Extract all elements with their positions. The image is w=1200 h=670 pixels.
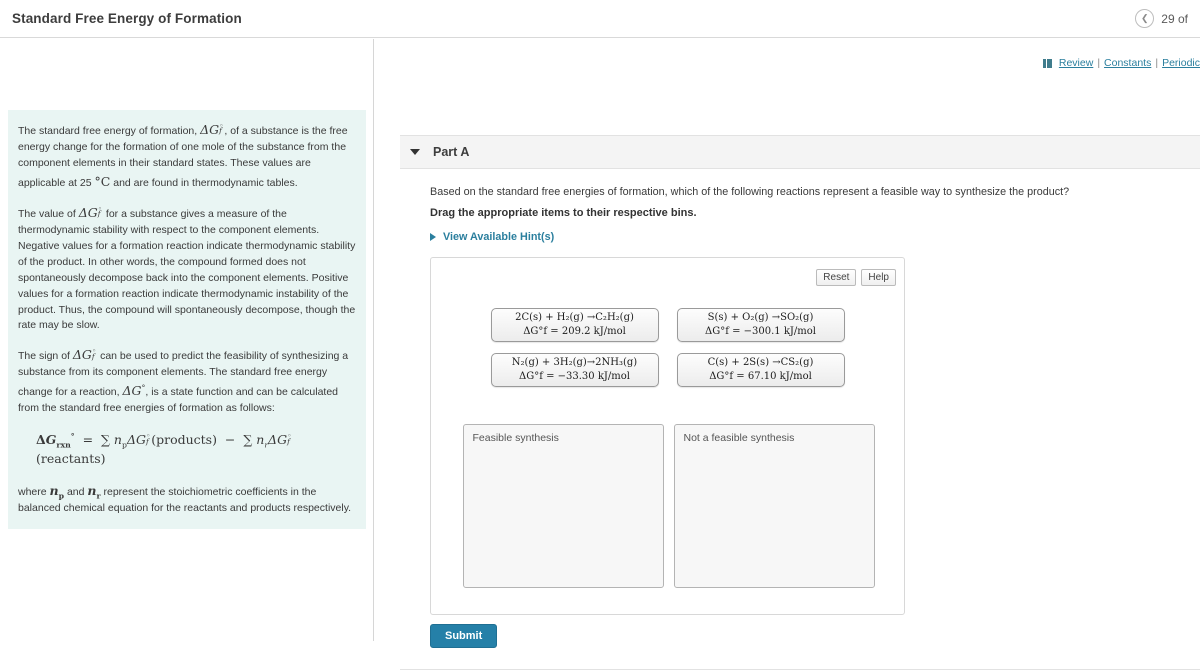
delta-g-f-symbol: ΔG ◦ f — [200, 120, 224, 137]
drag-drop-answer-area: Reset Help 2C(s) + H₂(g) →C₂H₂(g) ΔG°f =… — [430, 257, 905, 615]
chevron-left-icon[interactable]: ❮ — [1135, 9, 1155, 28]
reference-paragraph-1: The standard free energy of formation, Δ… — [18, 120, 356, 192]
ref-p2-text-a: The value of — [18, 207, 79, 220]
tile-equation: C(s) + 2S(s) →CS₂(g) — [707, 357, 814, 368]
ref-p4-text-a: where — [18, 486, 50, 499]
delta-g-f-symbol: ΔG ◦ f — [78, 203, 103, 220]
submit-button[interactable]: Submit — [430, 624, 498, 648]
n-r-symbol: nr — [87, 483, 101, 501]
tile-delta-g: ΔG°f = −33.30 kJ/mol — [519, 370, 630, 382]
draggable-tile[interactable]: N₂(g) + 3H₂(g)→2NH₃(g) ΔG°f = −33.30 kJ/… — [490, 353, 659, 387]
view-hints-label: View Available Hint(s) — [443, 231, 555, 243]
delta-g-f-symbol: ΔG ◦ f — [72, 346, 97, 363]
tile-row-2: N₂(g) + 3H₂(g)→2NH₃(g) ΔG°f = −33.30 kJ/… — [431, 353, 904, 387]
draggable-tile[interactable]: C(s) + 2S(s) →CS₂(g) ΔG°f = 67.10 kJ/mol — [676, 353, 845, 387]
triangle-right-icon — [430, 233, 436, 241]
question-instruction: Drag the appropriate items to their resp… — [430, 207, 697, 219]
tile-delta-g: ΔG°f = −300.1 kJ/mol — [705, 325, 816, 337]
link-separator-1: | — [1097, 57, 1101, 69]
part-a-header[interactable]: Part A — [400, 135, 1200, 169]
gibbs-reaction-equation: ΔGrxn° = ∑ npΔG ◦ f (products) − ∑ nrΔG ◦ f (r… — [36, 431, 292, 467]
reference-paragraph-4: where np and nr represent the stoichiome… — [18, 481, 356, 517]
tile-equation: S(s) + O₂(g) →SO₂(g) — [707, 312, 814, 323]
drop-bin-feasible[interactable]: Feasible synthesis — [462, 424, 664, 588]
tile-row-1: 2C(s) + H₂(g) →C₂H₂(g) ΔG°f = 209.2 kJ/m… — [431, 308, 904, 342]
periodic-table-link[interactable]: Periodic — [1162, 57, 1200, 69]
question-text: Based on the standard free energies of f… — [430, 186, 1070, 198]
constants-link[interactable]: Constants — [1104, 57, 1151, 69]
n-p-symbol: np — [49, 483, 65, 501]
pager: ❮ 29 of — [1135, 9, 1188, 28]
tool-links: Review | Constants | Periodic — [1042, 57, 1200, 69]
ref-p3-text-a: The sign of — [18, 350, 73, 363]
book-icon — [1042, 58, 1052, 68]
draggable-tiles: 2C(s) + H₂(g) →C₂H₂(g) ΔG°f = 209.2 kJ/m… — [431, 308, 904, 398]
ref-p1-text-a: The standard free energy of formation, — [18, 125, 201, 137]
draggable-tile[interactable]: S(s) + O₂(g) →SO₂(g) ΔG°f = −300.1 kJ/mo… — [676, 308, 845, 342]
top-bar: Standard Free Energy of Formation ❮ 29 o… — [0, 0, 1200, 38]
pager-count: 29 of — [1161, 11, 1188, 26]
tile-equation: 2C(s) + H₂(g) →C₂H₂(g) — [515, 312, 634, 323]
reference-card: The standard free energy of formation, Δ… — [8, 110, 366, 530]
answer-tools: Reset Help — [816, 269, 896, 286]
drop-bin-not-feasible[interactable]: Not a feasible synthesis — [673, 424, 875, 588]
part-a-label: Part A — [433, 145, 470, 159]
reset-button[interactable]: Reset — [816, 269, 857, 286]
tile-delta-g: ΔG°f = 67.10 kJ/mol — [709, 370, 812, 382]
main-content: Review | Constants | Periodic Part A Bas… — [375, 39, 1200, 670]
degree-celsius-symbol: °C — [94, 173, 111, 189]
triangle-down-icon[interactable] — [410, 149, 420, 155]
ref-p4-text-b: and — [64, 486, 88, 499]
bin-label: Feasible synthesis — [472, 432, 559, 444]
drop-bins: Feasible synthesis Not a feasible synthe… — [435, 424, 902, 588]
ref-p1-text-c: and are found in thermodynamic tables. — [110, 176, 298, 189]
delta-g-standard-symbol: ΔG° — [122, 383, 146, 399]
review-link[interactable]: Review — [1059, 57, 1093, 69]
view-hints-toggle[interactable]: View Available Hint(s) — [430, 231, 554, 243]
help-button[interactable]: Help — [861, 269, 896, 286]
tile-equation: N₂(g) + 3H₂(g)→2NH₃(g) — [511, 357, 638, 368]
ref-p2-text-b: for a substance gives a measure of the t… — [18, 207, 356, 332]
link-separator-2: | — [1155, 57, 1159, 69]
reference-paragraph-2: The value of ΔG ◦ f for a substance gives … — [18, 203, 356, 335]
reference-sidebar: The standard free energy of formation, Δ… — [0, 39, 374, 641]
draggable-tile[interactable]: 2C(s) + H₂(g) →C₂H₂(g) ΔG°f = 209.2 kJ/m… — [490, 308, 659, 342]
tile-delta-g: ΔG°f = 209.2 kJ/mol — [523, 325, 626, 337]
bin-label: Not a feasible synthesis — [683, 432, 795, 444]
reference-paragraph-3: The sign of ΔG ◦ f can be used to predict … — [18, 345, 356, 417]
page-title: Standard Free Energy of Formation — [12, 11, 242, 26]
